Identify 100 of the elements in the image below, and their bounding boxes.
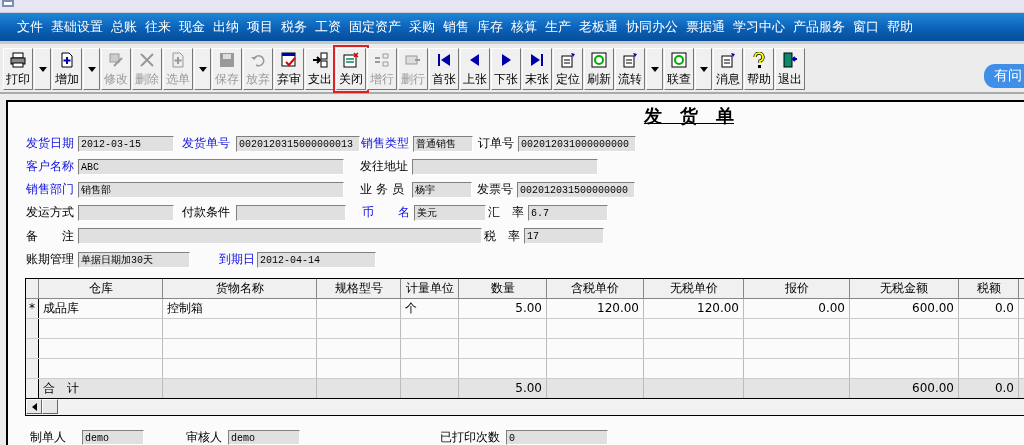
field-label: 账期管理 xyxy=(26,251,75,268)
form-title: 发 货 单 xyxy=(644,104,734,128)
input-field[interactable]: 销售部 xyxy=(78,181,344,198)
input-field[interactable]: 002012031000000000 xyxy=(518,135,636,152)
dropdown-button[interactable] xyxy=(646,48,663,90)
input-field[interactable]: 普通销售 xyxy=(413,135,473,152)
toolbar-button[interactable]: 打印 xyxy=(3,48,33,90)
toolbar-button[interactable]: 消息 xyxy=(713,48,743,90)
column-header[interactable]: 货物名称 xyxy=(163,279,317,298)
toolbar-button[interactable]: 增加 xyxy=(52,48,82,90)
table-cell: 成品库 xyxy=(39,299,163,318)
scroll-thumb[interactable] xyxy=(42,399,58,414)
toolbar-button[interactable]: 关闭 xyxy=(336,48,366,90)
row-header[interactable] xyxy=(26,359,39,378)
input-field[interactable]: 杨宇 xyxy=(412,181,472,198)
input-field[interactable]: demo xyxy=(82,429,144,445)
menu-item[interactable]: 项目 xyxy=(243,18,277,36)
first-icon xyxy=(436,52,452,68)
toolbar-button[interactable]: 末张 xyxy=(522,48,552,90)
column-header[interactable]: 税额 xyxy=(959,279,1019,298)
add-document-icon xyxy=(170,52,186,68)
row-header[interactable]: * xyxy=(26,299,39,318)
field-label: 备 注 xyxy=(26,227,75,245)
menu-item[interactable]: 往来 xyxy=(141,18,175,36)
caret-icon xyxy=(699,66,708,72)
checked-document-icon xyxy=(281,52,297,68)
table-cell: 120.00 xyxy=(644,299,744,318)
column-header[interactable]: 仓库 xyxy=(39,279,163,298)
menu-item[interactable]: 采购 xyxy=(405,18,439,36)
menu-item[interactable]: 核算 xyxy=(507,18,541,36)
input-field[interactable] xyxy=(78,228,482,244)
input-field[interactable]: 17 xyxy=(524,228,604,244)
dropdown-button[interactable] xyxy=(695,48,712,90)
menu-item[interactable]: 生产 xyxy=(541,18,575,36)
menu-item[interactable]: 帮助 xyxy=(883,18,917,36)
menu-item[interactable]: 产品服务 xyxy=(789,18,849,36)
input-field[interactable]: demo xyxy=(228,429,300,445)
field-label: 已打印次数 xyxy=(440,428,501,445)
menu-item[interactable]: 工资 xyxy=(311,18,345,36)
input-field[interactable]: 002012031500000000 xyxy=(517,181,635,198)
toolbar-button[interactable]: 刷新 xyxy=(584,48,614,90)
toolbar-button[interactable]: 帮助 xyxy=(744,48,774,90)
input-field[interactable] xyxy=(412,158,598,175)
menu-item[interactable]: 固定资产 xyxy=(345,18,405,36)
menu-item[interactable]: 销售 xyxy=(439,18,473,36)
input-field[interactable]: 6.7 xyxy=(528,204,608,221)
dropdown-button[interactable] xyxy=(34,48,51,90)
toolbar-button[interactable]: 流转 xyxy=(615,48,645,90)
menu-item[interactable]: 协同办公 xyxy=(622,18,682,36)
menu-item[interactable]: 学习中心 xyxy=(729,18,789,36)
row-header[interactable] xyxy=(26,379,39,398)
toolbar-button[interactable]: 上张 xyxy=(460,48,490,90)
input-field[interactable]: 0020120315000000013 xyxy=(236,135,360,152)
menu-item[interactable]: 库存 xyxy=(473,18,507,36)
toolbar-button[interactable]: 退出 xyxy=(775,48,805,90)
field-label: 税 率 xyxy=(484,227,521,245)
column-header[interactable]: 报价 xyxy=(744,279,850,298)
column-header[interactable]: 无税金额 xyxy=(850,279,959,298)
field-label: 发运方式 xyxy=(26,204,75,221)
column-header[interactable]: 规格型号 xyxy=(317,279,401,298)
row-header[interactable] xyxy=(26,339,39,358)
input-field[interactable]: 2012-03-15 xyxy=(78,135,174,152)
menu-item[interactable]: 基础设置 xyxy=(47,18,107,36)
menu-item[interactable]: 总账 xyxy=(107,18,141,36)
input-field[interactable]: 0 xyxy=(506,429,608,445)
field-label: 汇 率 xyxy=(488,204,525,221)
help-icon xyxy=(751,52,767,68)
delete-icon xyxy=(139,52,155,68)
delete-row-icon xyxy=(405,52,421,68)
input-field[interactable]: 单据日期加30天 xyxy=(78,251,190,268)
menu-item[interactable]: 出纳 xyxy=(209,18,243,36)
dropdown-button[interactable] xyxy=(83,48,100,90)
column-header[interactable]: 计量单位 xyxy=(401,279,459,298)
menu-item[interactable]: 文件 xyxy=(13,18,47,36)
app-icon xyxy=(1,0,15,8)
scroll-left-button[interactable] xyxy=(26,399,42,414)
toolbar-button[interactable]: 联查 xyxy=(664,48,694,90)
add-document-icon xyxy=(59,52,75,68)
input-field[interactable]: ABC xyxy=(78,158,344,175)
toolbar-button[interactable]: 定位 xyxy=(553,48,583,90)
menu-item[interactable]: 税务 xyxy=(277,18,311,36)
menu-item[interactable]: 现金 xyxy=(175,18,209,36)
menu-item[interactable]: 老板通 xyxy=(575,18,622,36)
toolbar-button[interactable]: 下张 xyxy=(491,48,521,90)
toolbar-button[interactable]: 弃审 xyxy=(274,48,304,90)
menu-item[interactable]: 窗口 xyxy=(849,18,883,36)
field-label: 发往地址 xyxy=(360,158,409,175)
input-field[interactable]: 2012-04-14 xyxy=(257,251,376,268)
column-header[interactable]: 含税单价 xyxy=(547,279,644,298)
toolbar-button[interactable]: 支出 xyxy=(305,48,335,90)
column-header[interactable]: 无税单价 xyxy=(644,279,744,298)
menu-item[interactable]: 票据通 xyxy=(682,18,729,36)
input-field[interactable] xyxy=(236,204,346,221)
toolbar-button[interactable]: 首张 xyxy=(429,48,459,90)
caret-icon xyxy=(650,66,659,72)
input-field[interactable]: 美元 xyxy=(414,204,486,221)
column-header[interactable]: 数量 xyxy=(459,279,547,298)
row-header[interactable] xyxy=(26,319,39,338)
field-label: 客户名称 xyxy=(26,158,75,175)
input-field[interactable] xyxy=(78,204,174,221)
